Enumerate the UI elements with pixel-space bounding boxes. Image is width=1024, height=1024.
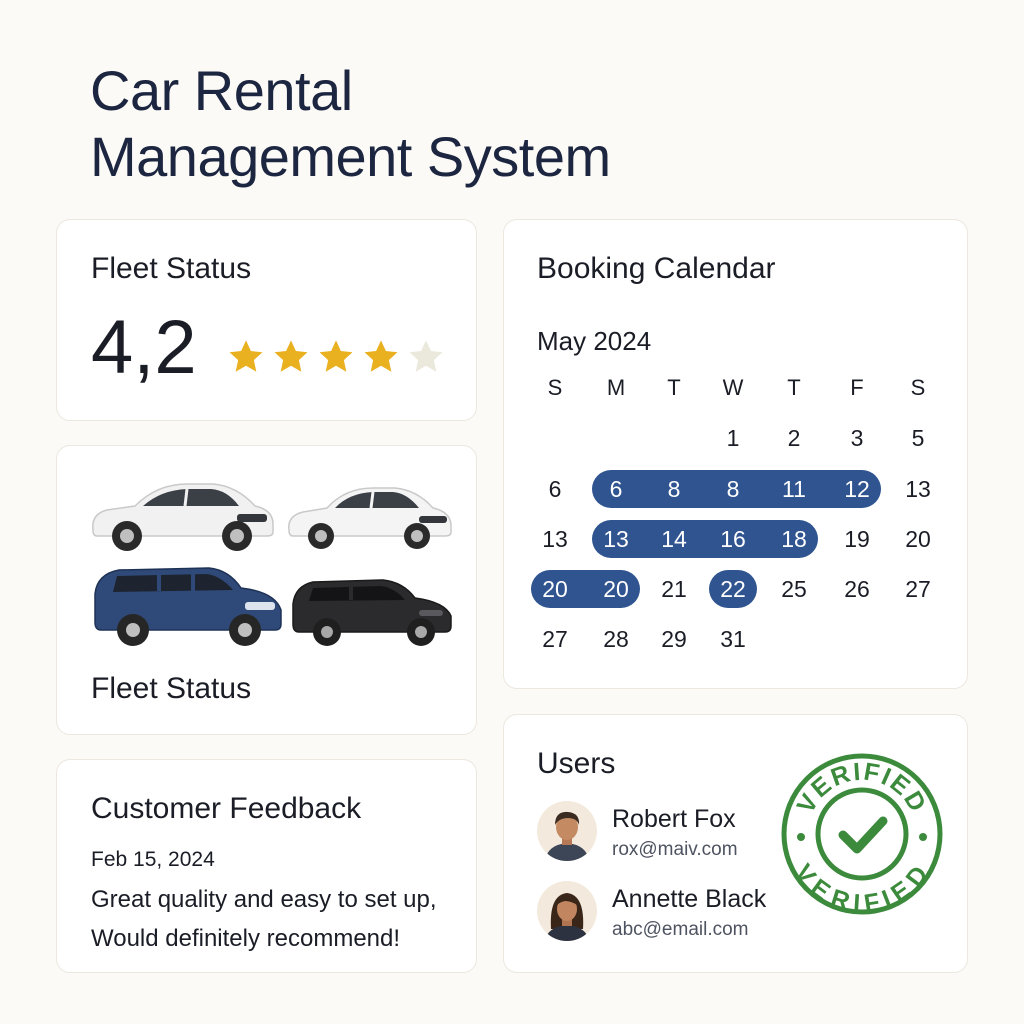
user-name: Robert Fox [612, 805, 736, 833]
svg-text:VERIFIED: VERIFIED [789, 859, 935, 917]
calendar-day[interactable]: 12 [833, 470, 881, 508]
calendar-day[interactable]: 3 [833, 419, 881, 457]
calendar-day[interactable]: 27 [531, 620, 579, 658]
star-filled-icon [274, 340, 308, 372]
calendar-day[interactable]: 25 [770, 570, 818, 608]
feedback-card-title: Customer Feedback [91, 792, 362, 825]
calendar-day[interactable]: 22 [709, 570, 757, 608]
calendar-day[interactable]: 2 [770, 419, 818, 457]
calendar-card: Booking Calendar May 2024 SMTWTFS1235668… [503, 219, 968, 689]
calendar-weekday: M [606, 375, 626, 400]
white-sedan-icon [92, 483, 274, 551]
feedback-text-line-1: Great quality and easy to set up, [91, 886, 437, 913]
calendar-weekday: S [547, 375, 563, 400]
user-name: Annette Black [612, 885, 767, 913]
calendar-day[interactable]: 11 [770, 470, 818, 508]
users-card: Users Robert Fox rox@maiv.com Annette Bl… [503, 714, 968, 973]
rating-card: Fleet Status 4,2 [56, 219, 477, 421]
page-title-line-1: Car Rental [90, 59, 353, 122]
fleet-card-title: Fleet Status [91, 672, 252, 705]
star-rating [225, 336, 447, 378]
calendar-day[interactable]: 31 [709, 620, 757, 658]
feedback-date: Feb 15, 2024 [91, 848, 215, 871]
calendar-weekday: T [787, 375, 801, 400]
white-sedan-icon [288, 487, 452, 549]
star-filled-icon [364, 340, 398, 372]
feedback-card: Customer Feedback Feb 15, 2024 Great qua… [56, 759, 477, 973]
calendar-day[interactable]: 1 [709, 419, 757, 457]
calendar-day[interactable]: 20 [894, 520, 942, 558]
calendar-day[interactable]: 20 [531, 570, 579, 608]
star-filled-icon [229, 340, 263, 372]
female-avatar-icon [537, 881, 597, 941]
calendar-grid: S M T W T F S 1 2 3 5 6 6 8 8 11 12 13 13 13 14 16 18 19 20 20 20 2… [504, 220, 969, 690]
user-email: abc@email.com [612, 919, 749, 940]
calendar-day[interactable]: 13 [894, 470, 942, 508]
male-avatar-icon [537, 801, 597, 861]
black-suv-icon [292, 579, 452, 646]
calendar-day[interactable]: 28 [592, 620, 640, 658]
rating-card-title: Fleet Status [91, 252, 252, 285]
calendar-day[interactable]: 6 [592, 470, 640, 508]
fleet-card: Fleet Status [56, 445, 477, 735]
calendar-day[interactable]: 29 [650, 620, 698, 658]
calendar-day[interactable]: 19 [833, 520, 881, 558]
calendar-day[interactable]: 5 [894, 419, 942, 457]
calendar-day[interactable]: 6 [531, 470, 579, 508]
feedback-text-line-2: Would definitely recommend! [91, 925, 401, 952]
feedback-text: Great quality and easy to set up, Would … [91, 880, 471, 958]
calendar-day[interactable]: 13 [592, 520, 640, 558]
users-card-title: Users [537, 747, 616, 780]
calendar-day[interactable]: 14 [650, 520, 698, 558]
calendar-day[interactable]: 21 [650, 570, 698, 608]
calendar-weekday: W [722, 375, 744, 400]
user-email: rox@maiv.com [612, 839, 738, 860]
page-title: Car Rental Management System [90, 58, 790, 190]
page-title-line-2: Management System [90, 125, 611, 188]
rating-value: 4,2 [91, 305, 197, 390]
calendar-weekday: S [910, 375, 926, 400]
calendar-day[interactable]: 27 [894, 570, 942, 608]
stamp-text-bottom: VERIFIED [789, 859, 933, 917]
calendar-day[interactable]: 16 [709, 520, 757, 558]
calendar-weekday: T [667, 375, 681, 400]
calendar-day[interactable]: 18 [770, 520, 818, 558]
calendar-day[interactable]: 20 [592, 570, 640, 608]
calendar-day[interactable]: 8 [650, 470, 698, 508]
calendar-weekday: F [850, 375, 864, 400]
blue-suv-icon [94, 567, 282, 646]
star-filled-icon [319, 340, 353, 372]
star-empty-icon [409, 340, 443, 372]
calendar-day[interactable]: 8 [709, 470, 757, 508]
calendar-day[interactable]: 26 [833, 570, 881, 608]
verified-stamp-icon: VERIFIED VERIFIED [781, 753, 943, 917]
calendar-day[interactable]: 13 [531, 520, 579, 558]
